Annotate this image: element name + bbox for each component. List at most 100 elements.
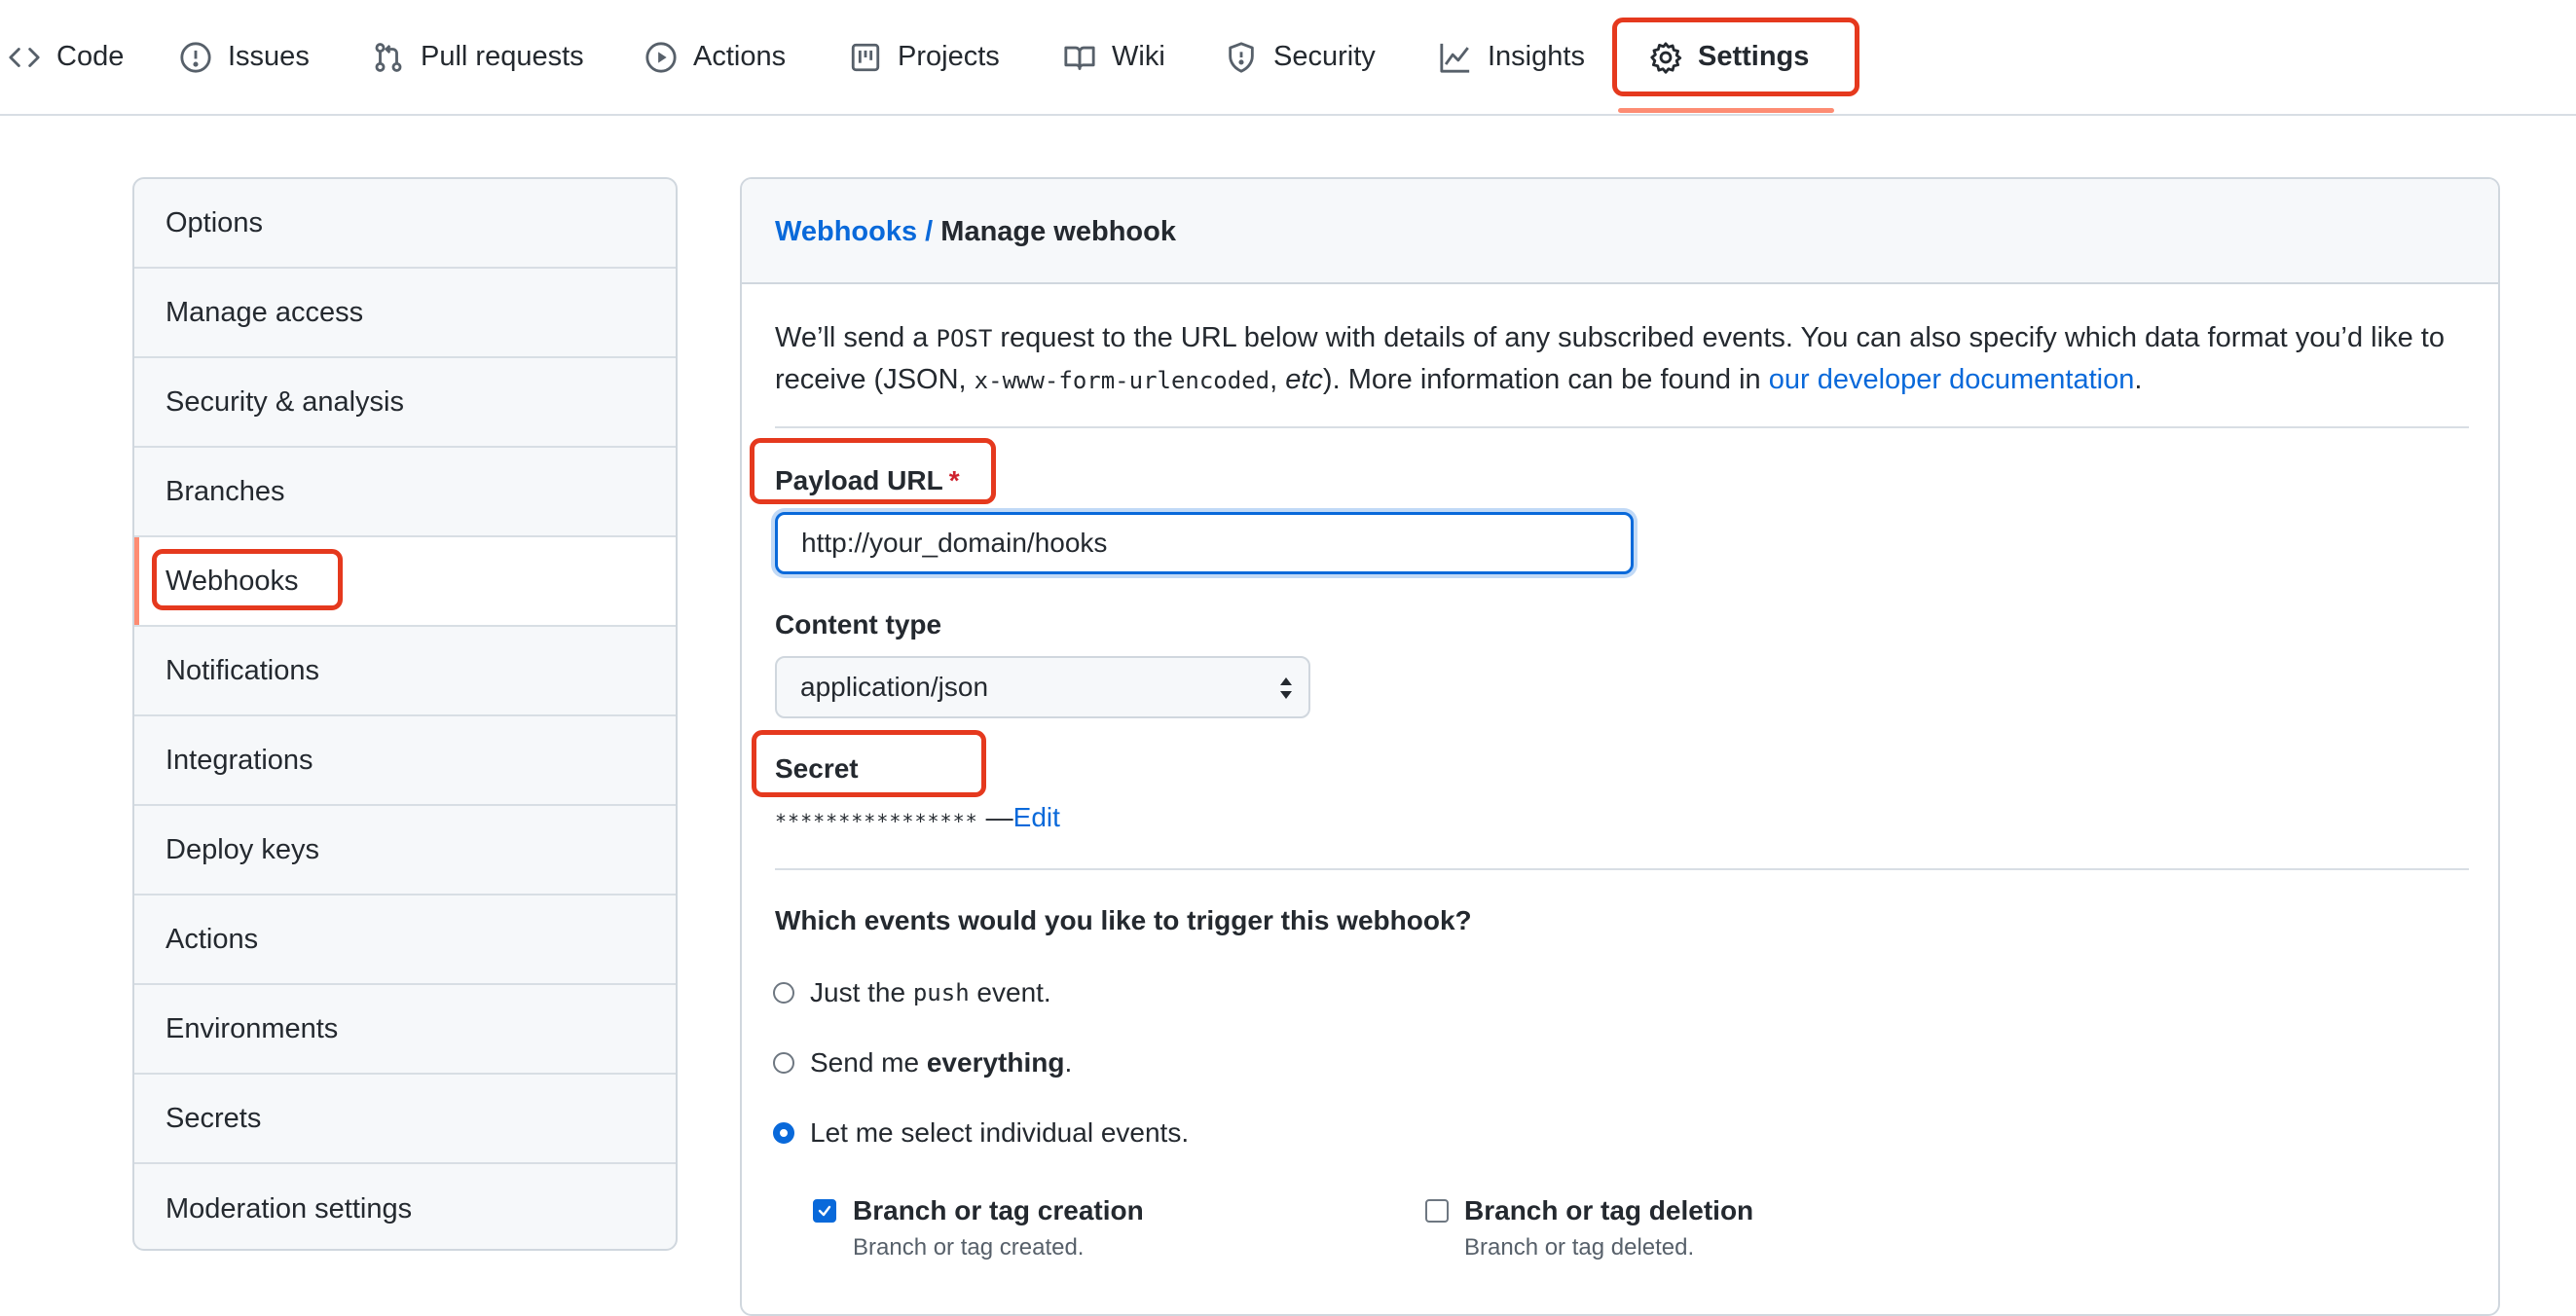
- tab-label: Actions: [693, 41, 787, 72]
- content-type-value: application/json: [800, 672, 989, 702]
- required-mark: *: [948, 465, 960, 495]
- breadcrumb-separator: /: [925, 216, 934, 247]
- tab-label: Pull requests: [421, 41, 584, 72]
- sidebar-item-webhooks[interactable]: Webhooks: [134, 537, 676, 627]
- tab-pull-requests[interactable]: Pull requests: [372, 0, 584, 114]
- payload-url-input[interactable]: [775, 512, 1634, 574]
- tab-label: Issues: [228, 41, 310, 72]
- radio-push-event[interactable]: Just the push event.: [773, 977, 1051, 1008]
- selected-tab-underline: [1618, 108, 1834, 113]
- sidebar-item-branches[interactable]: Branches: [134, 448, 676, 537]
- description-code: POST: [936, 325, 993, 352]
- sidebar-item-notifications[interactable]: Notifications: [134, 627, 676, 716]
- code-icon: [9, 47, 40, 67]
- book-icon: [1064, 46, 1095, 70]
- label-text: Payload URL: [775, 465, 943, 495]
- settings-sidebar: Options Manage access Security & analysi…: [132, 177, 678, 1251]
- radio-button[interactable]: [773, 982, 794, 1004]
- radio-everything[interactable]: Send me everything.: [773, 1047, 1072, 1078]
- events-question: Which events would you like to trigger t…: [775, 905, 1472, 935]
- tab-projects[interactable]: Projects: [849, 0, 1000, 114]
- sidebar-item-options[interactable]: Options: [134, 179, 676, 269]
- sidebar-item-secrets[interactable]: Secrets: [134, 1075, 676, 1164]
- tab-issues[interactable]: Issues: [179, 0, 310, 114]
- sidebar-item-label: Notifications: [166, 654, 319, 686]
- radio-label: Send me: [810, 1047, 920, 1078]
- tab-label: Wiki: [1112, 41, 1165, 72]
- radio-label-code: push: [912, 979, 970, 1006]
- sidebar-item-deploy-keys[interactable]: Deploy keys: [134, 806, 676, 896]
- description-italic: etc: [1285, 364, 1323, 395]
- description-code: x-www-form-urlencoded: [974, 367, 1270, 394]
- content-type-label: Content type: [775, 609, 942, 640]
- radio-label: event.: [976, 977, 1051, 1007]
- select-caret-icon: [1280, 677, 1292, 699]
- tab-label: Security: [1273, 41, 1376, 72]
- breadcrumb-webhooks-link[interactable]: Webhooks: [775, 216, 917, 247]
- sidebar-item-label: Secrets: [166, 1102, 262, 1134]
- event-title: Branch or tag creation: [853, 1195, 1144, 1225]
- edit-secret-link[interactable]: Edit: [1013, 802, 1060, 833]
- sidebar-item-label: Branches: [166, 475, 285, 507]
- tab-security[interactable]: Security: [1225, 0, 1376, 114]
- radio-label: .: [1064, 1047, 1073, 1078]
- secret-masked-value: ****************: [775, 810, 978, 833]
- sidebar-item-security-analysis[interactable]: Security & analysis: [134, 358, 676, 448]
- checkbox-branch-tag-deletion[interactable]: [1425, 1199, 1449, 1223]
- sidebar-item-manage-access[interactable]: Manage access: [134, 269, 676, 358]
- payload-url-label: Payload URL *: [775, 465, 960, 496]
- tab-label: Insights: [1488, 41, 1585, 72]
- issue-icon: [180, 41, 211, 73]
- radio-label: Just the: [810, 977, 906, 1007]
- tab-label: Code: [56, 41, 125, 72]
- sidebar-item-label: Webhooks: [166, 565, 299, 597]
- description-text: ). More information can be found in: [1322, 364, 1769, 395]
- radio-individual-events[interactable]: Let me select individual events.: [773, 1117, 1189, 1149]
- checkbox-branch-tag-creation[interactable]: [813, 1199, 836, 1223]
- breadcrumb: Webhooks / Manage webhook: [775, 216, 1176, 248]
- description-text: ,: [1270, 364, 1286, 395]
- repo-nav: Code Issues Pull requests Actions Projec…: [0, 0, 2576, 116]
- shield-icon: [1229, 41, 1254, 73]
- sidebar-item-label: Manage access: [166, 296, 364, 328]
- webhook-description: We’ll send a POST request to the URL bel…: [775, 317, 2469, 401]
- radio-label: Let me select individual events.: [810, 1117, 1190, 1148]
- radio-button-selected[interactable]: [773, 1122, 794, 1144]
- divider: [775, 868, 2469, 870]
- project-icon: [851, 43, 880, 71]
- tab-wiki[interactable]: Wiki: [1063, 0, 1165, 114]
- sidebar-item-integrations[interactable]: Integrations: [134, 716, 676, 806]
- pull-request-icon: [375, 42, 402, 72]
- radio-label-bold: everything: [926, 1047, 1065, 1078]
- sidebar-item-label: Security & analysis: [166, 385, 404, 418]
- event-description: Branch or tag created.: [853, 1234, 1085, 1261]
- tab-label: Projects: [898, 41, 1000, 72]
- sidebar-item-actions[interactable]: Actions: [134, 896, 676, 985]
- content-type-select[interactable]: application/json: [775, 656, 1310, 718]
- check-icon: [818, 1205, 831, 1217]
- event-description: Branch or tag deleted.: [1464, 1234, 1695, 1261]
- panel-header: Webhooks / Manage webhook: [742, 179, 2498, 284]
- secret-row: **************** — Edit: [775, 802, 1060, 833]
- tab-settings[interactable]: Settings: [1649, 0, 1809, 114]
- sidebar-item-label: Deploy keys: [166, 833, 319, 865]
- graph-icon: [1440, 43, 1470, 73]
- sidebar-item-label: Options: [166, 206, 263, 238]
- description-text: We’ll send a: [775, 322, 937, 353]
- sidebar-item-label: Environments: [166, 1012, 339, 1044]
- radio-button[interactable]: [773, 1052, 794, 1074]
- tab-actions[interactable]: Actions: [644, 0, 786, 114]
- tab-insights[interactable]: Insights: [1439, 0, 1585, 114]
- manage-webhook-panel: Webhooks / Manage webhook We’ll send a P…: [740, 177, 2500, 1316]
- sidebar-item-label: Moderation settings: [166, 1192, 413, 1225]
- tab-label: Settings: [1698, 41, 1810, 72]
- developer-docs-link[interactable]: our developer documentation: [1769, 364, 2135, 395]
- tab-code[interactable]: Code: [8, 0, 124, 114]
- sidebar-item-moderation-settings[interactable]: Moderation settings: [134, 1164, 676, 1249]
- sidebar-item-label: Actions: [166, 923, 259, 955]
- play-icon: [645, 41, 677, 73]
- event-title: Branch or tag deletion: [1464, 1195, 1754, 1225]
- description-text: .: [2134, 364, 2143, 395]
- secret-label: Secret: [775, 753, 859, 784]
- sidebar-item-environments[interactable]: Environments: [134, 985, 676, 1075]
